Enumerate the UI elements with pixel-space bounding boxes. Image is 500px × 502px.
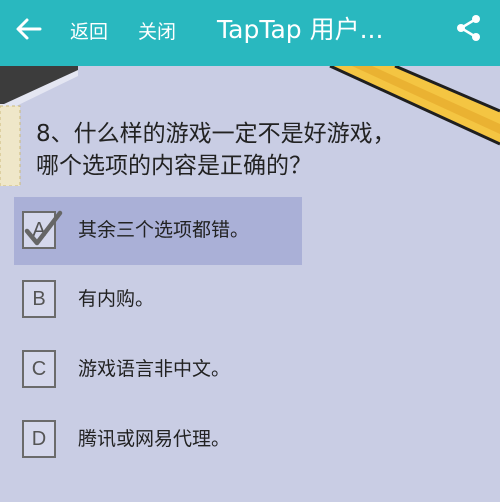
option-b[interactable]: B 有内购。 [14, 266, 302, 334]
arrow-left-icon[interactable] [14, 14, 44, 44]
option-b-text: 有内购。 [78, 288, 155, 310]
question-text: 8、什么样的游戏一定不是好游戏， 哪个选项的内容是正确的？ [36, 118, 486, 182]
share-icon[interactable] [455, 14, 483, 42]
option-d-box: D [22, 420, 56, 458]
checkmark-icon [24, 210, 63, 246]
option-a[interactable]: A 其余三个选项都错。 [14, 197, 302, 265]
question-line-1: 8、什么样的游戏一定不是好游戏， [36, 121, 396, 147]
option-a-text: 其余三个选项都错。 [78, 219, 250, 241]
option-d-text: 腾讯或网易代理。 [78, 428, 231, 450]
page-title: TapTap 用户... [217, 15, 384, 44]
option-c[interactable]: C 游戏语言非中文。 [14, 336, 302, 404]
top-bar: 返回 关闭 TapTap 用户... [0, 0, 500, 66]
back-button[interactable]: 返回 [70, 19, 108, 45]
close-button[interactable]: 关闭 [138, 19, 176, 45]
option-a-box: A [22, 210, 63, 249]
option-d[interactable]: D 腾讯或网易代理。 [14, 406, 302, 474]
option-c-letter: C [31, 358, 47, 380]
option-b-box: B [22, 280, 56, 318]
option-d-letter: D [31, 428, 47, 450]
option-c-box: C [22, 350, 56, 388]
option-b-letter: B [32, 288, 46, 310]
option-c-text: 游戏语言非中文。 [78, 358, 231, 380]
question-line-2: 哪个选项的内容是正确的？ [36, 153, 312, 179]
